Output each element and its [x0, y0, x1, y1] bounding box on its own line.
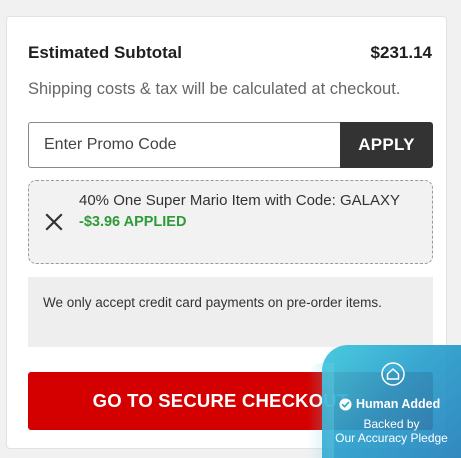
house-shield-icon: [381, 362, 405, 386]
applied-promo-status: -$3.96 APPLIED: [79, 214, 187, 230]
apply-button[interactable]: APPLY: [340, 122, 433, 168]
shipping-note: Shipping costs & tax will be calculated …: [28, 80, 401, 98]
badge-title-row: Human Added: [339, 397, 440, 411]
badge-backed-by: Backed by: [363, 417, 420, 431]
promo-form: APPLY: [28, 122, 433, 168]
badge-title: Human Added: [356, 397, 441, 411]
badge-pledge: Our Accuracy Pledge: [335, 431, 448, 445]
subtotal-label: Estimated Subtotal: [28, 43, 182, 62]
remove-x-icon: [45, 213, 63, 231]
remove-promo-button[interactable]: [43, 211, 65, 233]
subtotal-row: Estimated Subtotal $231.14: [28, 43, 432, 63]
checkmark-icon: [339, 397, 352, 411]
subtotal-value: $231.14: [370, 43, 432, 62]
promo-code-input[interactable]: [28, 122, 340, 168]
applied-promo-text: 40% One Super Mario Item with Code: GALA…: [79, 190, 419, 233]
accuracy-pledge-badge[interactable]: Human Added Backed by Our Accuracy Pledg…: [308, 345, 461, 458]
preorder-notice: We only accept credit card payments on p…: [28, 277, 433, 347]
applied-promo-box: 40% One Super Mario Item with Code: GALA…: [28, 180, 433, 264]
applied-promo-description: 40% One Super Mario Item with Code: GALA…: [79, 192, 400, 209]
